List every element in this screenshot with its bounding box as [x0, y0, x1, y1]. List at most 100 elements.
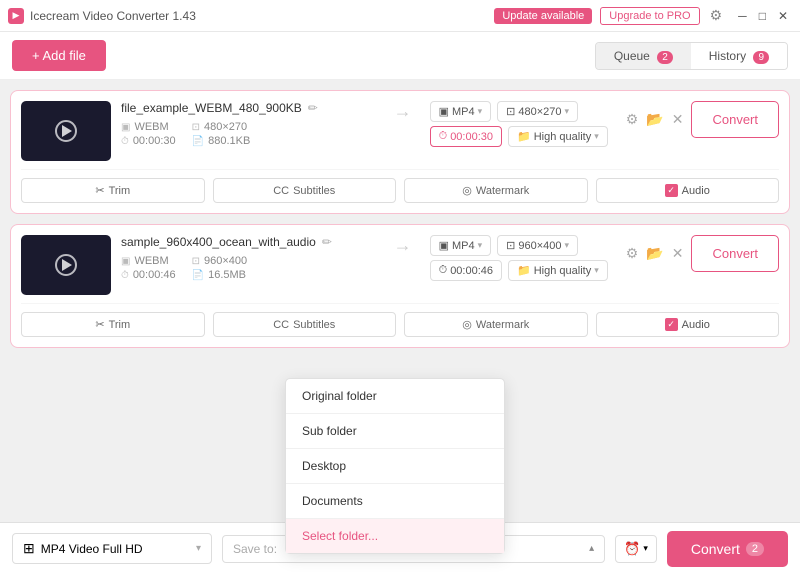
- card-settings-btn[interactable]: ⚙: [626, 245, 639, 262]
- convert-button[interactable]: Convert: [691, 101, 779, 138]
- format-icon: ▣: [439, 239, 449, 252]
- dropdown-sub-folder[interactable]: Sub folder: [286, 414, 504, 448]
- dst-duration-btn[interactable]: ⏱ 00:00:46: [430, 260, 502, 281]
- card-folder-btn[interactable]: 📂: [646, 111, 663, 128]
- format-resolution-row: ▣ MP4 ▾ ⊡ 960×400 ▾: [430, 235, 608, 256]
- dropdown-desktop[interactable]: Desktop: [286, 449, 504, 483]
- title-bar-left: ▶ Icecream Video Converter 1.43: [8, 8, 196, 24]
- dst-quality-btn[interactable]: 📁 High quality ▾: [508, 126, 608, 147]
- chevron-icon: ▾: [478, 240, 483, 251]
- alarm-icon: ⏰: [624, 541, 640, 557]
- clock-icon: ⏱: [121, 270, 129, 281]
- video-filename: sample_960x400_ocean_with_audio: [121, 235, 316, 249]
- trim-button[interactable]: ✂ Trim: [21, 312, 205, 337]
- dst-quality-btn[interactable]: 📁 High quality ▾: [508, 260, 608, 281]
- minimize-button[interactable]: ─: [734, 9, 751, 23]
- dst-format-btn[interactable]: ▣ MP4 ▾: [430, 235, 492, 256]
- dst-resolution-btn[interactable]: ⊡ 480×270 ▾: [497, 101, 578, 122]
- dst-format-btn[interactable]: ▣ MP4 ▾: [430, 101, 492, 122]
- format-grid-icon: ⊞: [23, 540, 35, 557]
- audio-button[interactable]: ✓ Audio: [596, 312, 780, 337]
- card-close-btn[interactable]: ✕: [672, 111, 684, 128]
- output-settings: ▣ MP4 ▾ ⊡ 960×400 ▾ ⏱ 00:00:46: [430, 235, 608, 281]
- quality-icon: 📁: [517, 264, 531, 277]
- watermark-icon: ◎: [462, 318, 472, 331]
- format-select[interactable]: ⊞ MP4 Video Full HD ▾: [12, 533, 212, 564]
- format-icon: ▣: [121, 256, 130, 267]
- src-duration: ⏱ 00:00:30: [121, 135, 176, 147]
- watermark-icon: ◎: [462, 184, 472, 197]
- toolbar: + Add file Queue 2 History 9: [0, 32, 800, 80]
- src-size: 📄 880.1KB: [192, 135, 251, 147]
- trim-icon: ✂: [95, 318, 104, 331]
- video-card: file_example_WEBM_480_900KB ✏ ▣ WEBM ⏱ 0…: [10, 90, 790, 214]
- chevron-up-icon: ▴: [589, 543, 594, 554]
- file-icon: 📄: [192, 270, 204, 281]
- settings-button[interactable]: ⚙: [710, 7, 723, 24]
- edit-icon[interactable]: ✏: [308, 101, 318, 115]
- res-icon: ⊡: [506, 105, 515, 118]
- dropdown-documents[interactable]: Documents: [286, 484, 504, 518]
- queue-tab[interactable]: Queue 2: [596, 43, 691, 69]
- subtitles-button[interactable]: CC Subtitles: [213, 312, 397, 337]
- card-info: file_example_WEBM_480_900KB ✏ ▣ WEBM ⏱ 0…: [121, 101, 376, 147]
- app-icon: ▶: [8, 8, 24, 24]
- format-icon: ▣: [439, 105, 449, 118]
- title-bar: ▶ Icecream Video Converter 1.43 Update a…: [0, 0, 800, 32]
- dst-resolution-btn[interactable]: ⊡ 960×400 ▾: [497, 235, 578, 256]
- card-settings-btn[interactable]: ⚙: [626, 111, 639, 128]
- src-meta: ▣ WEBM ⏱ 00:00:46: [121, 255, 176, 281]
- queue-badge: 2: [657, 51, 673, 64]
- arrow-area: →: [386, 101, 420, 122]
- src-meta2: ⊡ 480×270 📄 880.1KB: [192, 121, 251, 147]
- history-tab[interactable]: History 9: [691, 43, 787, 69]
- chevron-icon: ▾: [594, 131, 599, 142]
- dropdown-select-folder[interactable]: Select folder...: [286, 519, 504, 553]
- play-button[interactable]: [55, 120, 77, 142]
- dropdown-original-folder[interactable]: Original folder: [286, 379, 504, 413]
- card-bottom: ✂ Trim CC Subtitles ◎ Watermark ✓ Audio: [21, 169, 779, 203]
- video-thumbnail: [21, 101, 111, 161]
- add-file-button[interactable]: + Add file: [12, 40, 106, 71]
- alarm-button[interactable]: ⏰ ▾: [615, 535, 657, 563]
- src-meta2: ⊡ 960×400 📄 16.5MB: [192, 255, 248, 281]
- res-icon: ⊡: [506, 239, 515, 252]
- arrow-area: →: [386, 235, 420, 256]
- edit-icon[interactable]: ✏: [322, 235, 332, 249]
- trim-icon: ✂: [95, 184, 104, 197]
- chevron-down-icon: ▾: [196, 543, 201, 554]
- subtitles-icon: CC: [273, 185, 289, 197]
- duration-quality-row: ⏱ 00:00:46 📁 High quality ▾: [430, 260, 608, 281]
- alarm-chevron: ▾: [643, 543, 648, 554]
- convert-main-button[interactable]: Convert 2: [667, 531, 788, 567]
- upgrade-button[interactable]: Upgrade to PRO: [600, 7, 699, 25]
- card-info: sample_960x400_ocean_with_audio ✏ ▣ WEBM…: [121, 235, 376, 281]
- card-top: sample_960x400_ocean_with_audio ✏ ▣ WEBM…: [21, 235, 779, 295]
- play-icon: [62, 125, 72, 137]
- watermark-button[interactable]: ◎ Watermark: [404, 178, 588, 203]
- save-location-dropdown: Original folder Sub folder Desktop Docum…: [285, 378, 505, 554]
- clock-icon: ⏱: [439, 264, 448, 277]
- card-folder-btn[interactable]: 📂: [646, 245, 663, 262]
- title-bar-controls: Update available Upgrade to PRO ⚙ ─ □ ✕: [494, 7, 792, 25]
- watermark-button[interactable]: ◎ Watermark: [404, 312, 588, 337]
- card-actions: ⚙ 📂 ✕ Convert: [626, 235, 779, 272]
- src-duration: ⏱ 00:00:46: [121, 269, 176, 281]
- convert-button[interactable]: Convert: [691, 235, 779, 272]
- src-resolution: ⊡ 960×400: [192, 255, 248, 267]
- app-title: Icecream Video Converter 1.43: [30, 9, 196, 23]
- maximize-button[interactable]: □: [755, 9, 770, 23]
- dst-duration-btn[interactable]: ⏱ 00:00:30: [430, 126, 502, 147]
- src-meta: ▣ WEBM ⏱ 00:00:30: [121, 121, 176, 147]
- duration-quality-row: ⏱ 00:00:30 📁 High quality ▾: [430, 126, 608, 147]
- trim-button[interactable]: ✂ Trim: [21, 178, 205, 203]
- play-button[interactable]: [55, 254, 77, 276]
- audio-checkbox: ✓: [665, 184, 678, 197]
- close-button[interactable]: ✕: [774, 9, 792, 23]
- card-close-btn[interactable]: ✕: [672, 245, 684, 262]
- audio-button[interactable]: ✓ Audio: [596, 178, 780, 203]
- src-size: 📄 16.5MB: [192, 269, 248, 281]
- subtitles-button[interactable]: CC Subtitles: [213, 178, 397, 203]
- subtitles-icon: CC: [273, 319, 289, 331]
- chevron-icon: ▾: [478, 106, 483, 117]
